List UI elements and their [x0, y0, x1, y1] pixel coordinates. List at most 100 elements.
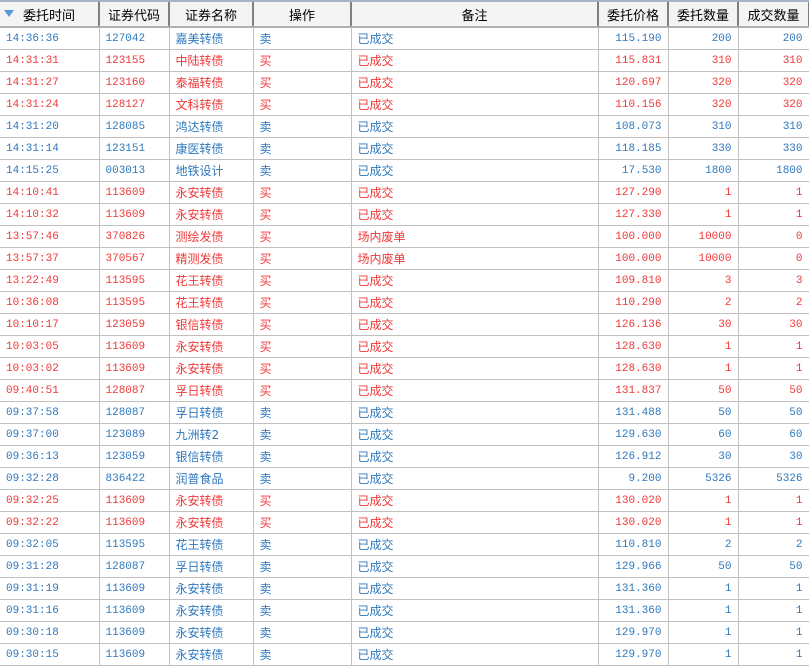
table-row[interactable]: 09:37:58 128087 孚日转债卖已成交 131.488 50 50	[0, 401, 809, 424]
table-row[interactable]: 13:57:46 370826 测绘发债买场内废单 100.000 10000 0	[0, 225, 809, 248]
order-qty-cell: 2	[668, 291, 739, 314]
order-time-cell: 09:36:13	[0, 445, 100, 468]
security-code-cell: 113595	[99, 533, 170, 556]
filled-qty-cell: 0	[738, 225, 809, 248]
table-row[interactable]: 09:40:51 128087 孚日转债买已成交 131.837 50 50	[0, 379, 809, 402]
column-header-price[interactable]: 委托价格	[598, 2, 669, 28]
table-row[interactable]: 14:10:32 113609 永安转债买已成交 127.330 1 1	[0, 203, 809, 226]
remark-cell: 已成交	[351, 599, 599, 622]
filled-qty-cell: 320	[738, 93, 809, 116]
order-time-cell: 14:10:32	[0, 203, 100, 226]
sort-desc-icon[interactable]	[4, 10, 14, 17]
security-name-cell: 测绘发债	[169, 225, 254, 248]
remark-cell: 已成交	[351, 203, 599, 226]
table-row[interactable]: 14:15:25 003013 地铁设计卖已成交 17.530 1800 1800	[0, 159, 809, 182]
remark-cell: 已成交	[351, 445, 599, 468]
order-qty-cell: 30	[668, 445, 739, 468]
order-qty-cell: 50	[668, 401, 739, 424]
table-row[interactable]: 10:03:05 113609 永安转债买已成交 128.630 1 1	[0, 335, 809, 358]
table-row[interactable]: 13:22:49 113595 花王转债买已成交 109.810 3 3	[0, 269, 809, 292]
order-qty-cell: 1	[668, 577, 739, 600]
filled-qty-cell: 1	[738, 181, 809, 204]
table-row[interactable]: 10:36:08 113595 花王转债买已成交 110.290 2 2	[0, 291, 809, 314]
order-qty-cell: 1	[668, 511, 739, 534]
column-header-name[interactable]: 证券名称	[169, 2, 254, 28]
column-header-filled-qty[interactable]: 成交数量	[738, 2, 809, 28]
table-row[interactable]: 14:31:24 128127 文科转债买已成交 110.156 320 320	[0, 93, 809, 116]
security-name-cell: 永安转债	[169, 181, 254, 204]
filled-qty-cell: 1	[738, 335, 809, 358]
column-header-action[interactable]: 操作	[253, 2, 352, 28]
action-cell: 卖	[253, 467, 352, 490]
filled-qty-cell: 60	[738, 423, 809, 446]
order-qty-cell: 1	[668, 489, 739, 512]
table-row[interactable]: 09:30:18 113609 永安转债卖已成交 129.970 1 1	[0, 621, 809, 644]
order-time-cell: 09:30:15	[0, 643, 100, 666]
table-row[interactable]: 10:10:17 123059 银信转债买已成交 126.136 30 30	[0, 313, 809, 336]
security-code-cell: 127042	[99, 27, 170, 50]
order-price-cell: 129.970	[598, 643, 669, 666]
action-cell: 卖	[253, 555, 352, 578]
table-row[interactable]: 14:31:27 123160 泰福转债买已成交 120.697 320 320	[0, 71, 809, 94]
table-row[interactable]: 13:57:37 370567 精测发债买场内废单 100.000 10000 0	[0, 247, 809, 270]
order-time-cell: 14:31:24	[0, 93, 100, 116]
filled-qty-cell: 310	[738, 49, 809, 72]
order-time-cell: 14:10:41	[0, 181, 100, 204]
column-header-remark[interactable]: 备注	[351, 2, 599, 28]
security-code-cell: 123059	[99, 313, 170, 336]
filled-qty-cell: 2	[738, 291, 809, 314]
table-row[interactable]: 09:32:05 113595 花王转债卖已成交 110.810 2 2	[0, 533, 809, 556]
remark-cell: 已成交	[351, 27, 599, 50]
table-row[interactable]: 09:36:13 123059 银信转债卖已成交 126.912 30 30	[0, 445, 809, 468]
security-code-cell: 113609	[99, 489, 170, 512]
security-name-cell: 花王转债	[169, 533, 254, 556]
security-code-cell: 113609	[99, 357, 170, 380]
filled-qty-cell: 310	[738, 115, 809, 138]
action-cell: 买	[253, 49, 352, 72]
filled-qty-cell: 1	[738, 643, 809, 666]
table-row[interactable]: 09:30:15 113609 永安转债卖已成交 129.970 1 1	[0, 643, 809, 666]
action-cell: 卖	[253, 401, 352, 424]
order-price-cell: 118.185	[598, 137, 669, 160]
order-price-cell: 109.810	[598, 269, 669, 292]
table-row[interactable]: 14:31:14 123151 康医转债卖已成交 118.185 330 330	[0, 137, 809, 160]
order-price-cell: 129.630	[598, 423, 669, 446]
action-cell: 买	[253, 247, 352, 270]
remark-cell: 已成交	[351, 423, 599, 446]
security-code-cell: 113609	[99, 335, 170, 358]
security-code-cell: 123155	[99, 49, 170, 72]
column-header-code[interactable]: 证券代码	[99, 2, 170, 28]
order-time-cell: 13:22:49	[0, 269, 100, 292]
table-row[interactable]: 09:31:28 128087 孚日转债卖已成交 129.966 50 50	[0, 555, 809, 578]
table-row[interactable]: 09:32:25 113609 永安转债买已成交 130.020 1 1	[0, 489, 809, 512]
security-name-cell: 地铁设计	[169, 159, 254, 182]
column-header-time[interactable]: 委托时间	[0, 2, 100, 28]
action-cell: 买	[253, 335, 352, 358]
security-code-cell: 128127	[99, 93, 170, 116]
order-price-cell: 131.488	[598, 401, 669, 424]
security-name-cell: 银信转债	[169, 445, 254, 468]
table-row[interactable]: 14:31:20 128085 鸿达转债卖已成交 108.073 310 310	[0, 115, 809, 138]
filled-qty-cell: 1	[738, 489, 809, 512]
table-row[interactable]: 09:37:00 123089 九洲转2 卖已成交 129.630 60 60	[0, 423, 809, 446]
table-row[interactable]: 14:36:36 127042 嘉美转债卖已成交 115.190 200 200	[0, 27, 809, 50]
table-row[interactable]: 14:31:31 123155 中陆转债买已成交 115.831 310 310	[0, 49, 809, 72]
table-row[interactable]: 09:32:28 836422 润普食品卖已成交 9.200 5326 5326	[0, 467, 809, 490]
table-row[interactable]: 14:10:41 113609 永安转债买已成交 127.290 1 1	[0, 181, 809, 204]
remark-cell: 已成交	[351, 643, 599, 666]
security-name-cell: 永安转债	[169, 489, 254, 512]
security-code-cell: 113609	[99, 511, 170, 534]
security-code-cell: 113609	[99, 621, 170, 644]
column-header-order-qty[interactable]: 委托数量	[668, 2, 739, 28]
order-time-cell: 09:37:00	[0, 423, 100, 446]
order-price-cell: 115.831	[598, 49, 669, 72]
table-row[interactable]: 09:31:16 113609 永安转债卖已成交 131.360 1 1	[0, 599, 809, 622]
order-qty-cell: 50	[668, 555, 739, 578]
table-row[interactable]: 10:03:02 113609 永安转债买已成交 128.630 1 1	[0, 357, 809, 380]
table-row[interactable]: 09:32:22 113609 永安转债买已成交 130.020 1 1	[0, 511, 809, 534]
remark-cell: 已成交	[351, 335, 599, 358]
security-name-cell: 中陆转债	[169, 49, 254, 72]
order-qty-cell: 10000	[668, 247, 739, 270]
table-row[interactable]: 09:31:19 113609 永安转债卖已成交 131.360 1 1	[0, 577, 809, 600]
security-code-cell: 113609	[99, 181, 170, 204]
